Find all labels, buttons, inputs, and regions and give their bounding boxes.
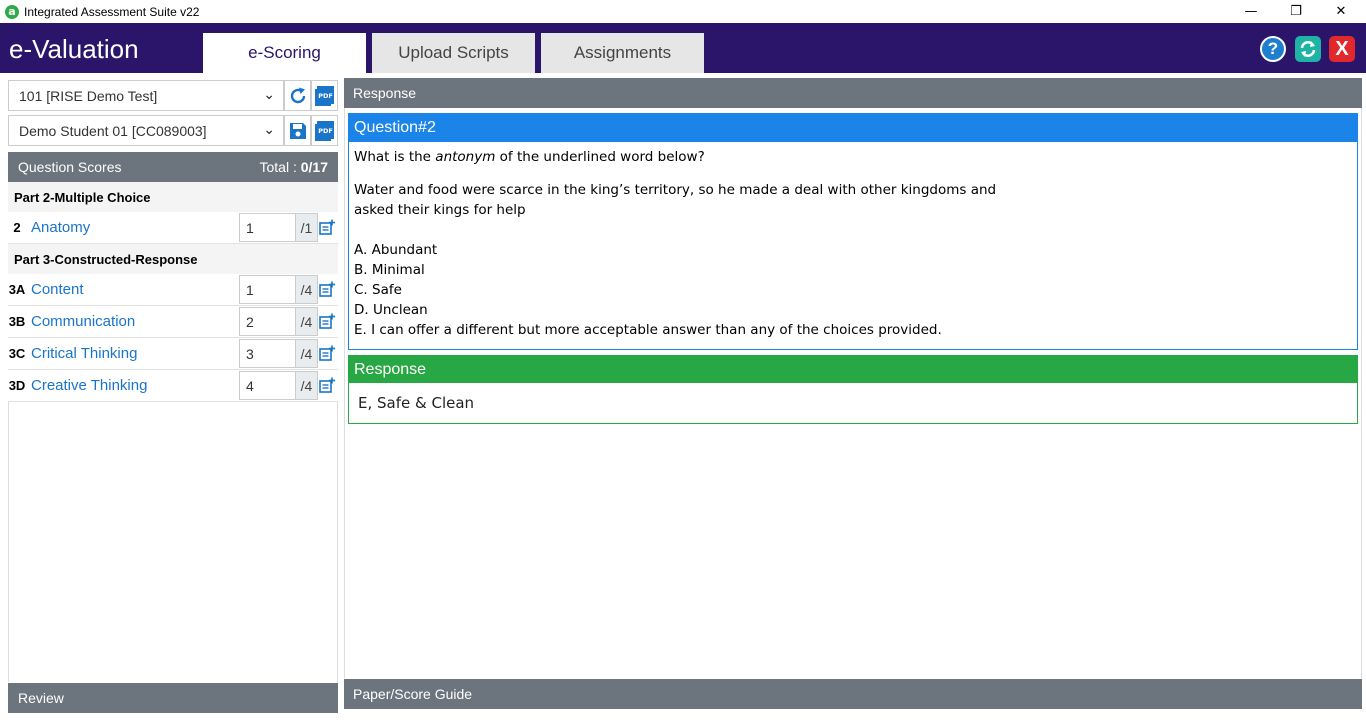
max-score: /4	[296, 371, 318, 400]
window-title: Integrated Assessment Suite v22	[24, 4, 200, 19]
response-panel-header: Response	[344, 78, 1362, 108]
score-row: 3B Communication 2 /4	[8, 306, 338, 338]
app-logo-icon: a	[5, 4, 19, 19]
question-text: What is the antonym of the underlined wo…	[349, 142, 1357, 340]
student-select-value: Demo Student 01 [CC089003]	[19, 122, 207, 139]
chevron-down-icon: ⌄	[263, 122, 275, 138]
question-scores-title: Question Scores	[18, 159, 122, 175]
test-pdf-button[interactable]: PDF	[311, 80, 338, 111]
add-note-icon[interactable]	[319, 281, 335, 297]
question-number: 3C	[8, 346, 26, 361]
restore-button[interactable]: ❐	[1273, 0, 1319, 23]
student-select[interactable]: Demo Student 01 [CC089003] ⌄	[8, 115, 284, 146]
sync-button[interactable]	[1295, 36, 1321, 62]
max-score: /4	[296, 307, 318, 336]
window-titlebar: a Integrated Assessment Suite v22 — ❐ ✕	[0, 0, 1366, 23]
score-input[interactable]: 2	[239, 307, 296, 336]
score-row: 3A Content 1 /4	[8, 274, 338, 306]
question-link[interactable]: Creative Thinking	[31, 377, 147, 394]
add-note-icon[interactable]	[319, 377, 335, 393]
score-input[interactable]: 3	[239, 339, 296, 368]
pdf-icon: PDF	[314, 120, 334, 141]
save-button[interactable]	[284, 115, 311, 146]
question-scores-header: Question Scores Total : 0/17	[8, 152, 338, 182]
score-input[interactable]: 1	[239, 275, 296, 304]
score-row: 3C Critical Thinking 3 /4	[8, 338, 338, 370]
tab-assignments[interactable]: Assignments	[541, 33, 704, 73]
answer-choice: E. I can offer a different but more acce…	[354, 322, 942, 338]
app-header: e-Valuation e-Scoring Upload Scripts Ass…	[0, 23, 1366, 73]
question-passage: asked their kings for help	[354, 202, 526, 218]
question-link[interactable]: Critical Thinking	[31, 345, 137, 362]
score-input[interactable]: 4	[239, 371, 296, 400]
question-title: Question#2	[349, 114, 1357, 142]
question-prompt: What is the antonym of the underlined wo…	[354, 149, 705, 165]
total-score: Total : 0/17	[259, 159, 329, 175]
svg-text:PDF: PDF	[318, 127, 333, 135]
score-row: 2 Anatomy 1 /1	[8, 212, 338, 244]
answer-choice: A. Abundant	[354, 242, 438, 258]
brand-title: e-Valuation	[9, 34, 139, 64]
question-number: 3A	[8, 282, 26, 297]
question-link[interactable]: Communication	[31, 313, 135, 330]
answer-choice: D. Unclean	[354, 302, 428, 318]
score-guide-header[interactable]: Paper/Score Guide	[344, 679, 1362, 709]
question-number: 3B	[8, 314, 26, 329]
add-note-icon[interactable]	[319, 345, 335, 361]
part-header: Part 3-Constructed-Response	[8, 244, 338, 274]
student-pdf-button[interactable]: PDF	[311, 115, 338, 146]
refresh-button[interactable]	[284, 80, 311, 111]
max-score: /4	[296, 339, 318, 368]
student-response-card: Response E, Safe & Clean	[348, 355, 1358, 424]
score-input[interactable]: 1	[239, 213, 296, 242]
question-number: 3D	[8, 378, 26, 393]
test-select[interactable]: 101 [RISE Demo Test] ⌄	[8, 80, 284, 111]
student-response-text: E, Safe & Clean	[358, 394, 475, 412]
help-icon: ?	[1267, 39, 1279, 58]
add-note-icon[interactable]	[319, 313, 335, 329]
answer-choice: C. Safe	[354, 282, 402, 298]
part-header: Part 2-Multiple Choice	[8, 182, 338, 212]
window-close-button[interactable]: ✕	[1318, 0, 1364, 23]
question-passage: Water and food were scarce in the king’s…	[354, 182, 997, 198]
svg-text:PDF: PDF	[318, 92, 333, 100]
score-row: 3D Creative Thinking 4 /4	[8, 370, 338, 402]
answer-choice: B. Minimal	[354, 262, 425, 278]
max-score: /1	[296, 213, 318, 242]
help-button[interactable]: ?	[1260, 36, 1286, 62]
minimize-button[interactable]: —	[1228, 0, 1274, 23]
review-header[interactable]: Review	[8, 683, 338, 713]
test-select-value: 101 [RISE Demo Test]	[19, 87, 158, 104]
close-icon: X	[1335, 37, 1349, 60]
sync-icon	[1300, 41, 1316, 57]
question-link[interactable]: Content	[31, 281, 84, 298]
add-note-icon[interactable]	[319, 219, 335, 235]
exit-button[interactable]: X	[1329, 36, 1355, 62]
pdf-icon: PDF	[314, 85, 334, 106]
tab-upload-scripts[interactable]: Upload Scripts	[372, 33, 535, 73]
refresh-icon	[290, 87, 305, 103]
chevron-down-icon: ⌄	[263, 87, 275, 103]
tab-e-scoring[interactable]: e-Scoring	[203, 33, 366, 73]
student-response-title: Response	[349, 356, 1357, 383]
question-link[interactable]: Anatomy	[31, 219, 90, 236]
question-number: 2	[13, 220, 21, 235]
save-icon	[289, 122, 306, 139]
question-card: Question#2 What is the antonym of the un…	[348, 113, 1358, 350]
max-score: /4	[296, 275, 318, 304]
